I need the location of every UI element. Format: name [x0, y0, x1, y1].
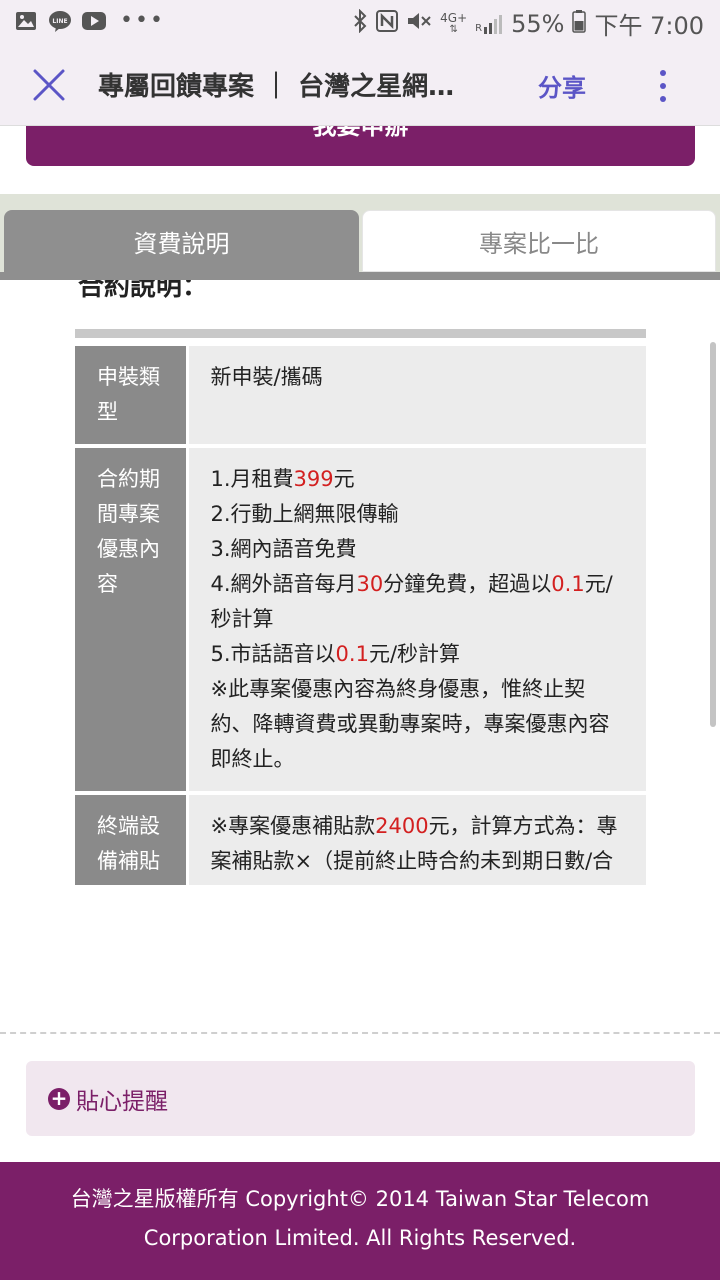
status-left-icons: LINE •••: [14, 8, 165, 33]
close-icon: [33, 69, 65, 101]
svg-text:LINE: LINE: [52, 18, 67, 25]
value-line: 2.行動上網無限傳輸: [211, 497, 627, 532]
row-value: ※專案優惠補貼款2400元，計算方式為：專案補貼款×（提前終止時合約未到期日數/…: [185, 793, 646, 885]
scrollbar[interactable]: [710, 342, 716, 727]
value-text: ※此專案優惠內容為終身優惠，惟終止契約、降轉資費或異動專案時，專案優惠內容即終止…: [210, 677, 610, 771]
reminder-expander[interactable]: + 貼心提醒: [26, 1061, 695, 1136]
reminder-label: 貼心提醒: [76, 1088, 168, 1115]
section-divider: [75, 329, 646, 338]
clock: 下午 7:00: [594, 12, 704, 40]
copyright-line-1: 台灣之星版權所有 Copyright© 2014 Taiwan Star Tel…: [70, 1187, 650, 1211]
value-text: 5.市話語音以: [210, 642, 336, 666]
apply-button[interactable]: 我要申辦: [26, 126, 695, 166]
value-text: 元/秒計算: [368, 642, 461, 666]
signal-icon: R: [475, 13, 503, 35]
line-icon: LINE: [48, 10, 72, 32]
value-text: 新申裝/攜碼: [210, 365, 323, 389]
network-indicator: 4G+ ⇅: [440, 12, 467, 36]
value-text: 分鐘免費，超過以: [383, 572, 552, 596]
status-bar: LINE ••• 4G+ ⇅ R 55% 下午 7:00: [0, 0, 720, 44]
row-label: 終端設備補貼及電信: [75, 793, 187, 885]
network-type-label: 4G+: [440, 10, 468, 25]
section-heading: 合約說明：: [78, 280, 209, 302]
kebab-dot-icon: [660, 96, 666, 102]
page-title: 專屬回饋專案 ｜ 台灣之星網…: [98, 72, 455, 102]
tab-fee-description[interactable]: 資費說明: [4, 210, 359, 272]
plus-circle-icon: +: [48, 1087, 70, 1110]
share-button[interactable]: 分享: [538, 68, 586, 103]
copyright-line-2: Corporation Limited. All Rights Reserved…: [143, 1226, 577, 1250]
highlight-value: 0.1: [551, 572, 585, 596]
close-button[interactable]: [30, 66, 68, 104]
tab-content[interactable]: 合約說明： 申裝類型 新申裝/攜碼 合約期間專案優惠內容 1.月租費399元 2.行動上…: [0, 280, 720, 885]
value-text: 4.網外語音每月: [210, 572, 357, 596]
apply-button-area: 我要申辦: [0, 126, 720, 194]
roaming-label: R: [475, 22, 483, 34]
kebab-dot-icon: [660, 83, 666, 89]
battery-icon: [572, 9, 587, 39]
highlight-value: 2400: [375, 814, 429, 838]
dashed-divider: [0, 1032, 720, 1034]
row-label: 合約期間專案優惠內容: [75, 446, 187, 795]
table-row: 合約期間專案優惠內容 1.月租費399元 2.行動上網無限傳輸 3.網內語音免費 4.網…: [75, 446, 646, 795]
footer: 台灣之星版權所有 Copyright© 2014 Taiwan Star Tel…: [0, 1162, 720, 1280]
highlight-value: 399: [293, 467, 334, 491]
value-line: 1.月租費399元: [211, 462, 627, 497]
table-row: 終端設備補貼及電信 ※專案優惠補貼款2400元，計算方式為：專案補貼款×（提前終止…: [75, 793, 646, 885]
row-value: 1.月租費399元 2.行動上網無限傳輸 3.網內語音免費 4.網外語音每月30分鐘免…: [185, 446, 646, 795]
youtube-icon: [82, 10, 106, 32]
value-text: 2.行動上網無限傳輸: [210, 502, 399, 526]
kebab-dot-icon: [660, 70, 666, 76]
tab-plan-compare[interactable]: 專案比一比: [362, 210, 716, 272]
nfc-icon: [376, 9, 399, 39]
value-text: ※專案優惠補貼款: [210, 814, 376, 838]
value-text: 1.月租費: [210, 467, 294, 491]
highlight-value: 0.1: [335, 642, 369, 666]
value-text: 3.網內語音免費: [210, 537, 357, 561]
app-bar: 專屬回饋專案 ｜ 台灣之星網… 分享: [0, 44, 720, 126]
row-label: 申裝類型: [75, 346, 187, 448]
data-arrows-icon: ⇅: [449, 23, 458, 35]
value-line: ※此專案優惠內容為終身優惠，惟終止契約、降轉資費或異動專案時，專案優惠內容即終止…: [211, 672, 627, 777]
value-line: 5.市話語音以0.1元/秒計算: [211, 637, 627, 672]
value-line: 新申裝/攜碼: [211, 360, 627, 395]
row-value: 新申裝/攜碼: [185, 346, 646, 448]
bluetooth-icon: [352, 8, 368, 39]
plan-spec-table: 申裝類型 新申裝/攜碼 合約期間專案優惠內容 1.月租費399元 2.行動上網無限傳輸 3…: [75, 346, 646, 885]
battery-percent: 55%: [511, 9, 565, 38]
mute-icon: [406, 9, 432, 39]
gallery-icon: [14, 10, 38, 32]
value-line: ※專案優惠補貼款2400元，計算方式為：專案補貼款×（提前終止時合約未到期日數/…: [211, 809, 627, 885]
table-row: 申裝類型 新申裝/攜碼: [75, 346, 646, 448]
more-options-button[interactable]: [652, 66, 674, 106]
value-line: 4.網外語音每月30分鐘免費，超過以0.1元/秒計算: [211, 567, 627, 637]
highlight-value: 30: [356, 572, 384, 596]
status-right: 4G+ ⇅ R 55% 下午 7:00: [352, 6, 704, 41]
tab-bar: 資費說明 專案比一比: [0, 194, 720, 280]
tab-underline: [0, 272, 720, 280]
value-text: 元: [333, 467, 355, 491]
value-line: 3.網內語音免費: [211, 532, 627, 567]
more-dots-icon: •••: [120, 8, 165, 33]
